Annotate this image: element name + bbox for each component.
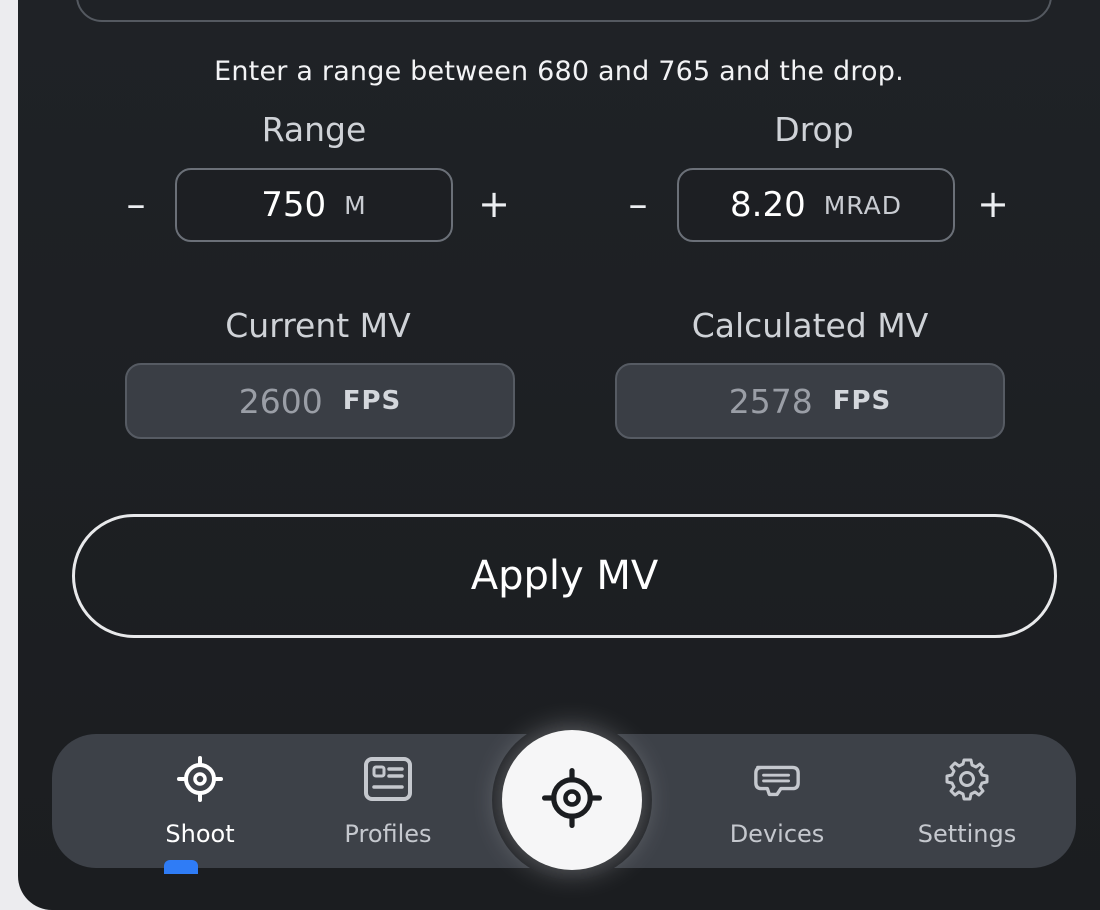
calculated-mv-field: 2578 FPS [615, 363, 1005, 439]
tab-profiles[interactable]: Profiles [303, 734, 473, 868]
calculated-mv-value: 2578 [728, 381, 813, 421]
tab-shoot-label: Shoot [165, 820, 235, 848]
range-unit: M [344, 190, 367, 220]
apply-mv-button[interactable]: Apply MV [72, 514, 1057, 638]
crosshair-icon [175, 754, 225, 804]
drop-input[interactable]: 8.20 MRAD [677, 168, 955, 242]
instructions-text: Enter a range between 680 and 765 and th… [214, 56, 904, 87]
range-decrement-button[interactable]: – [112, 180, 160, 228]
active-tab-indicator [164, 860, 198, 874]
drop-value: 8.20 [730, 185, 806, 225]
tab-profiles-label: Profiles [344, 820, 432, 848]
gear-icon [942, 754, 992, 804]
drop-unit: MRAD [823, 190, 902, 220]
calculated-mv-unit: FPS [832, 386, 892, 416]
drop-decrement-button[interactable]: – [614, 180, 662, 228]
range-input[interactable]: 750 M [175, 168, 453, 242]
tab-shoot[interactable]: Shoot [115, 734, 285, 868]
tab-devices[interactable]: Devices [692, 734, 862, 868]
crosshair-icon [542, 768, 602, 832]
range-increment-button[interactable]: + [470, 180, 518, 228]
tab-settings-label: Settings [917, 820, 1017, 848]
tab-devices-label: Devices [729, 820, 825, 848]
range-label: Range [261, 110, 367, 149]
current-mv-field: 2600 FPS [125, 363, 515, 439]
current-mv-value: 2600 [238, 381, 323, 421]
drop-increment-button[interactable]: + [969, 180, 1017, 228]
id-card-icon [363, 754, 413, 804]
center-shoot-button[interactable] [502, 730, 642, 870]
device-icon [752, 754, 802, 804]
previous-field-outline [76, 0, 1052, 22]
current-mv-label: Current MV [225, 306, 411, 345]
mv-calibration-panel: Enter a range between 680 and 765 and th… [18, 0, 1100, 910]
calculated-mv-label: Calculated MV [691, 306, 929, 345]
drop-label: Drop [774, 110, 854, 149]
range-value: 750 [261, 185, 327, 225]
current-mv-unit: FPS [342, 386, 402, 416]
tab-settings[interactable]: Settings [882, 734, 1052, 868]
